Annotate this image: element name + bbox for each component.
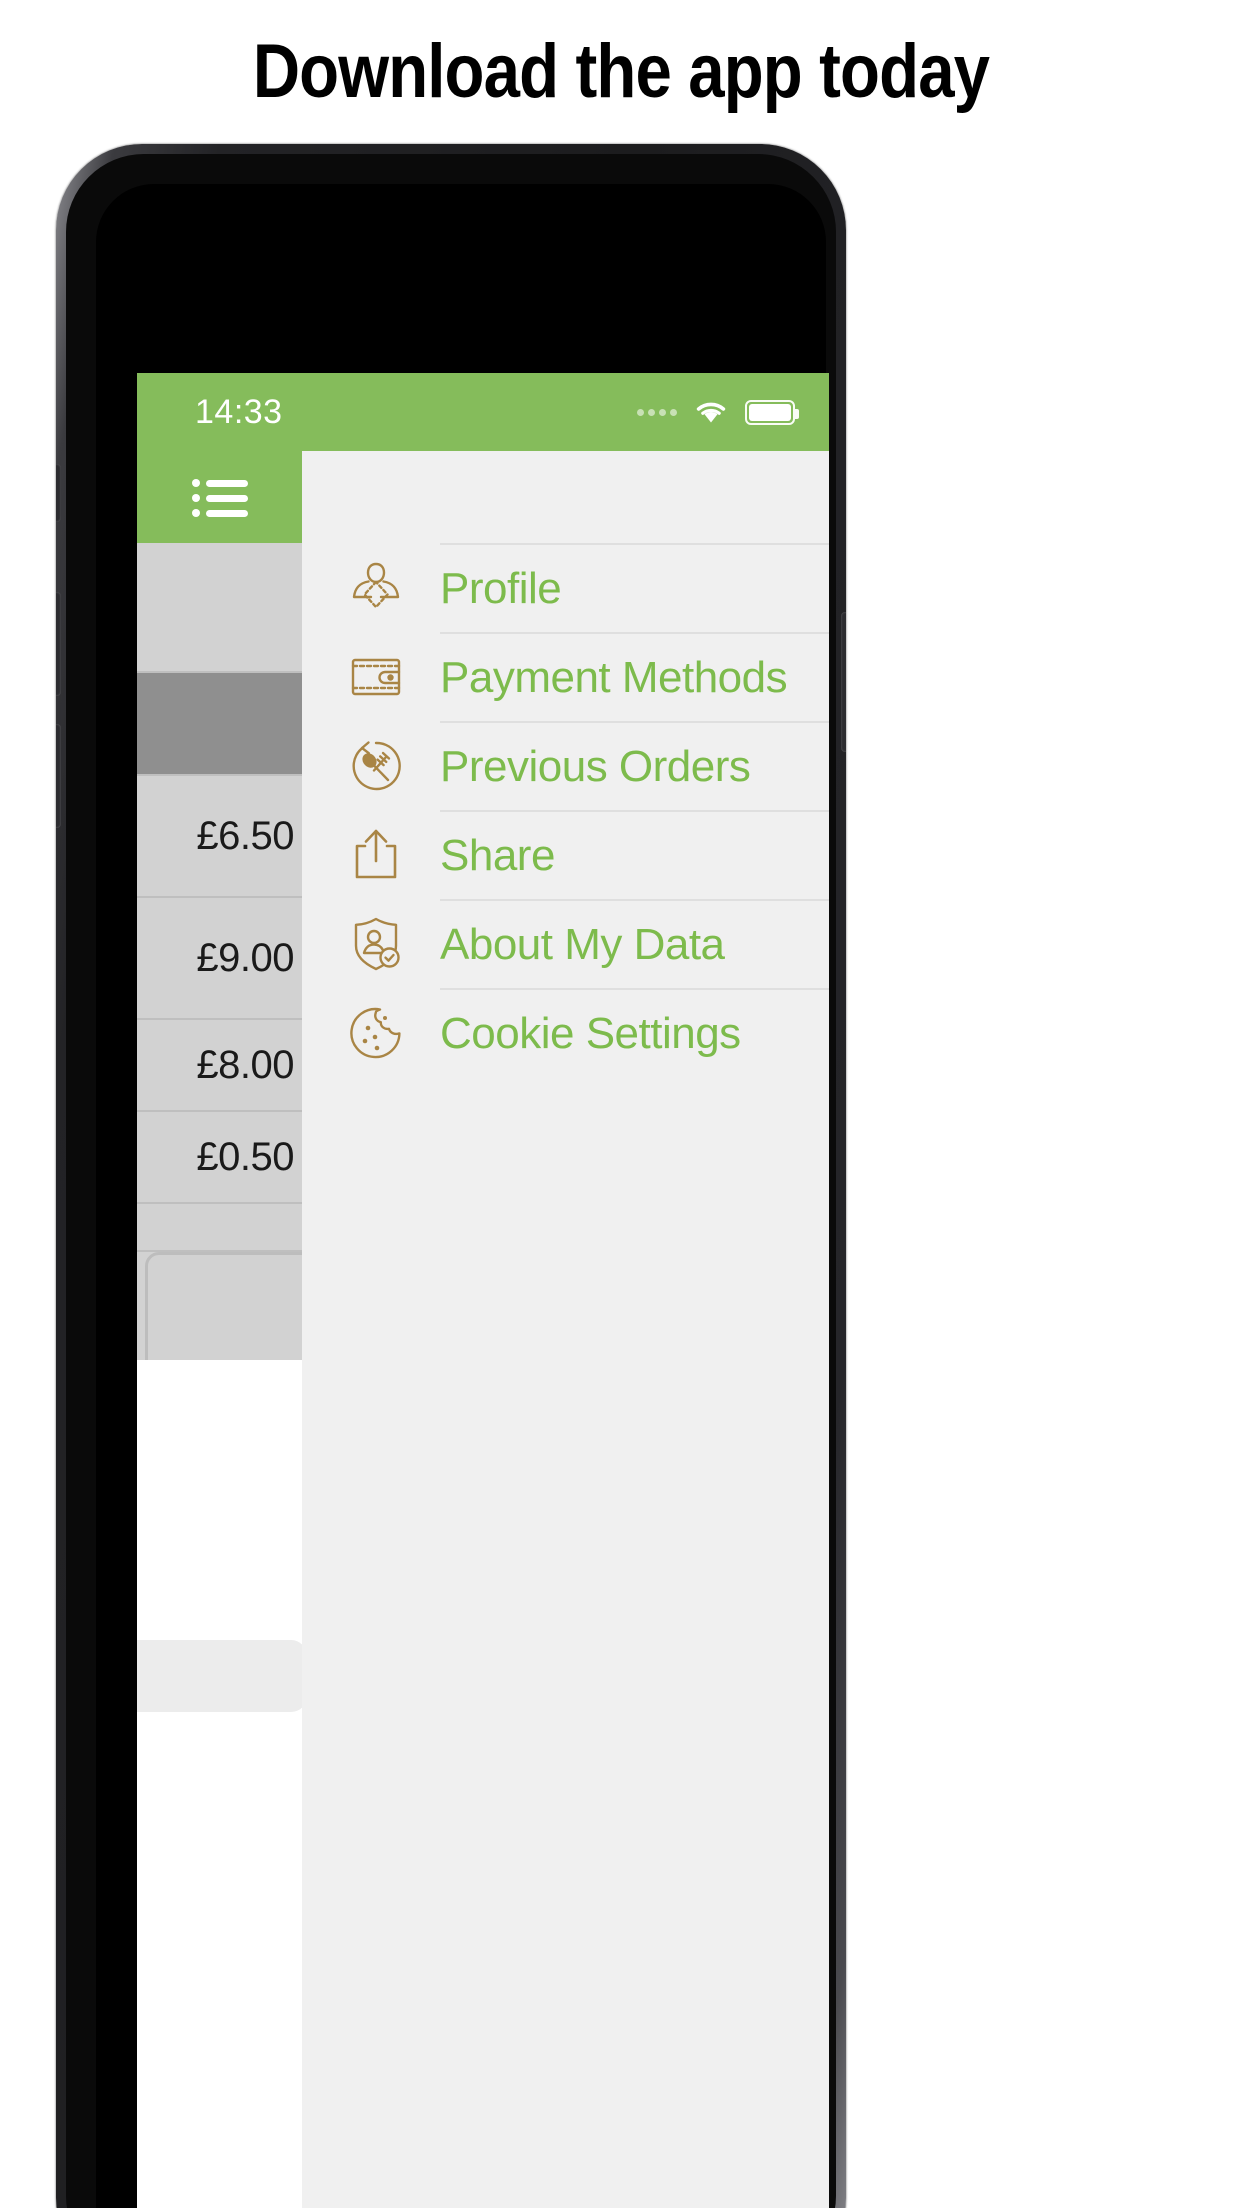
drawer-item-label: Cookie Settings [440,1008,741,1058]
list-item[interactable] [137,543,302,673]
drawer-item-about-my-data[interactable]: About My Data [302,899,829,988]
drawer-item-cookie-settings-row: Cookie Settings [440,988,829,1077]
volume-up-button[interactable] [56,592,61,696]
status-bar: 14:33 [137,373,829,451]
wifi-icon [694,399,728,425]
list-item[interactable] [137,673,302,776]
drawer-item-profile[interactable]: Profile [302,543,829,632]
drawer-item-about-my-data-row: About My Data [440,899,829,988]
signal-dots-icon [637,408,677,416]
shield-person-check-icon [340,908,412,980]
drawer-item-cookie-settings[interactable]: Cookie Settings [302,988,829,1077]
drawer-item-label: Payment Methods [440,652,788,702]
list-item[interactable]: £6.50 [137,776,302,898]
waiter-profile-icon [340,552,412,624]
drawer-item-label: About My Data [440,919,725,969]
phone-screen: 14:33 £6.50 £9.00 £8.00 £0.50 Profile Pa… [137,373,829,2208]
drawer-item-label: Share [440,830,555,880]
app-top-bar [137,451,302,543]
mute-switch[interactable] [56,464,61,522]
hamburger-menu-icon[interactable] [191,477,248,517]
phone-bezel: 14:33 £6.50 £9.00 £8.00 £0.50 Profile Pa… [96,184,829,2208]
list-white-gap [137,1360,307,1800]
drawer-item-payment-methods-row: Payment Methods [440,632,829,721]
drawer-item-previous-orders[interactable]: Previous Orders [302,721,829,810]
cart-summary-block [137,1252,345,1387]
status-clock: 14:33 [195,392,283,431]
list-item[interactable]: £8.00 [137,1020,302,1112]
page-root: Download the app today 14:33 £6.50 £9.00… [0,0,1242,2208]
app-body: £6.50 £9.00 £8.00 £0.50 Profile Payment … [137,451,829,2208]
share-icon [340,819,412,891]
cookie-icon [340,997,412,1069]
phone-mockup: 14:33 £6.50 £9.00 £8.00 £0.50 Profile Pa… [56,144,846,2208]
list-item[interactable]: £0.50 [137,1112,302,1204]
drawer-item-faq-row: FAQ [440,2204,829,2208]
background-order-list: £6.50 £9.00 £8.00 £0.50 [137,543,345,2208]
drawer-item-profile-row: Profile [440,543,829,632]
drawer-item-payment-methods[interactable]: Payment Methods [302,632,829,721]
drawer-menu: Profile Payment Methods Previous Orders … [302,543,829,2204]
drawer-item-label: Previous Orders [440,741,751,791]
drawer-item-previous-orders-row: Previous Orders [440,721,829,810]
cutlery-history-icon [340,730,412,802]
list-item[interactable]: £9.00 [137,898,302,1020]
drawer-item-share-row: Share [440,810,829,899]
wallet-icon [340,641,412,713]
drawer-item-label: Profile [440,563,562,613]
battery-full-icon [745,399,799,425]
list-item [137,1204,302,1252]
drawer-item-faq[interactable]: FAQ [302,2204,829,2208]
navigation-drawer: Profile Payment Methods Previous Orders … [302,451,829,2208]
power-button[interactable] [841,612,846,752]
page-title: Download the app today [252,29,990,114]
bottom-action-pill[interactable] [137,1640,307,1712]
drawer-item-share[interactable]: Share [302,810,829,899]
volume-down-button[interactable] [56,724,61,828]
drawer-header [302,451,829,543]
phone-inner-frame: 14:33 £6.50 £9.00 £8.00 £0.50 Profile Pa… [66,154,836,2208]
status-indicators [637,399,799,425]
